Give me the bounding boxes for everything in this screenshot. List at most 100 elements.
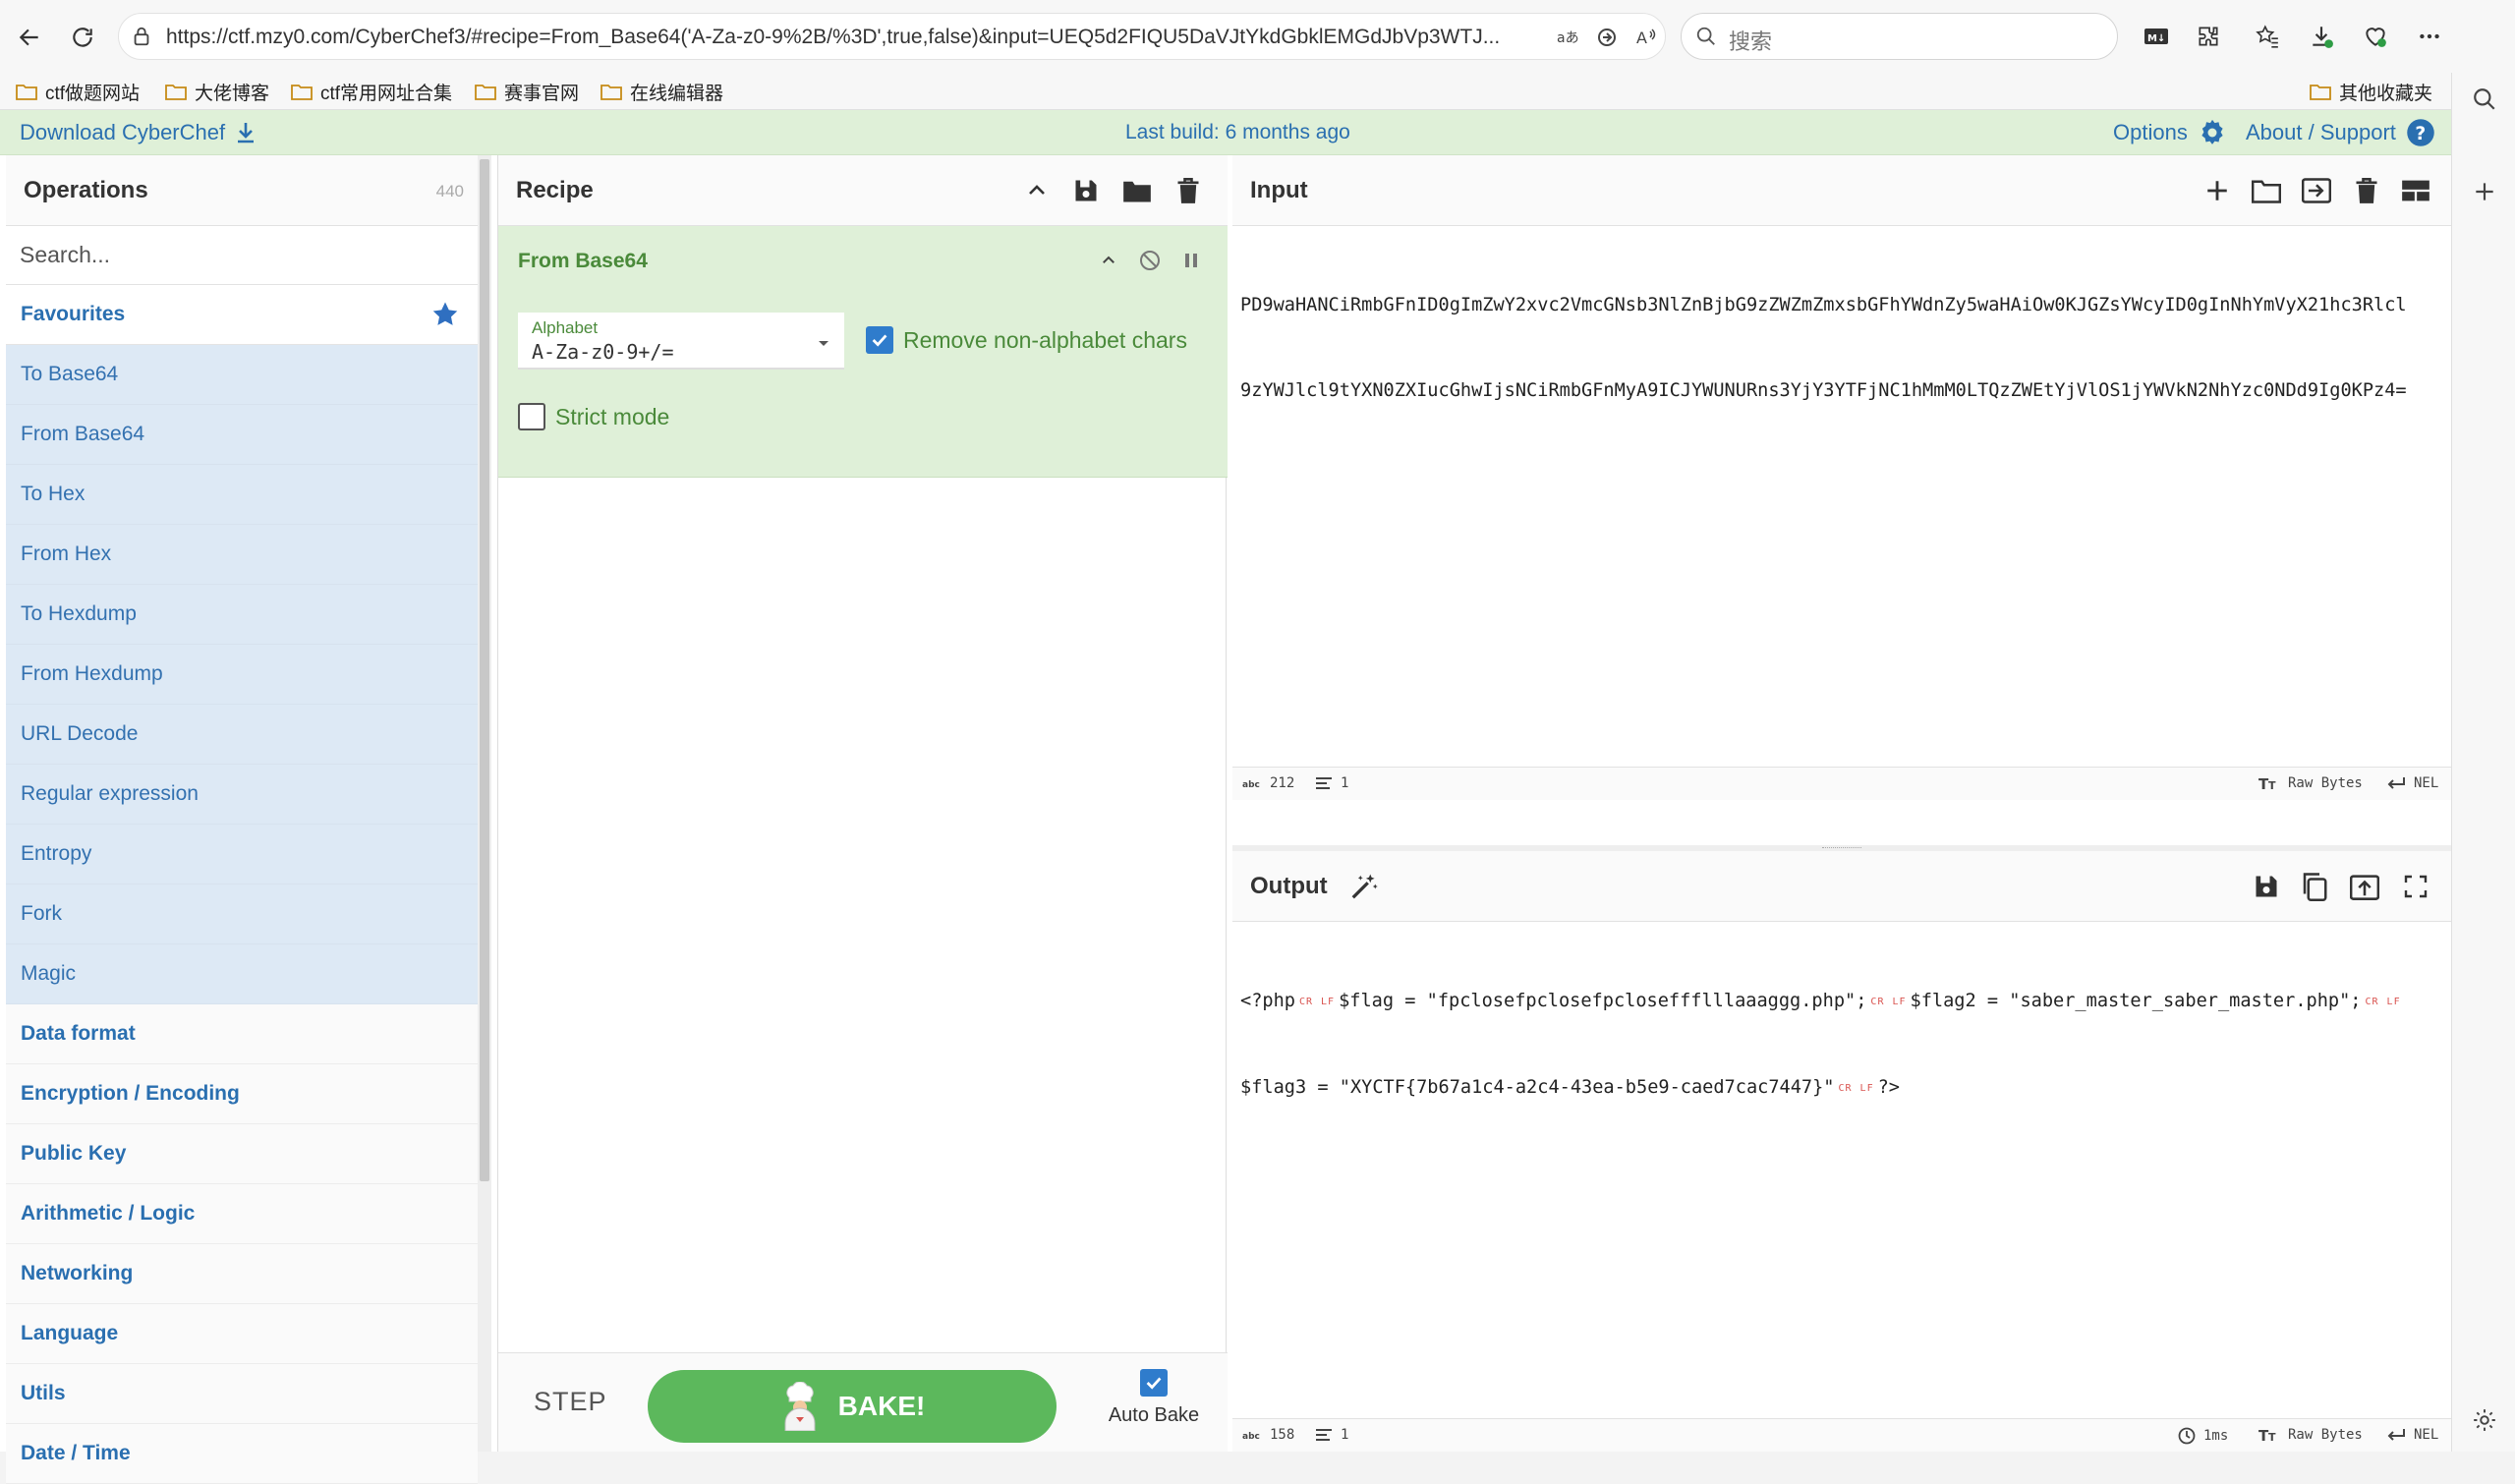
input-eol-button[interactable]: NEL [2386,775,2438,791]
read-aloud-icon[interactable]: A [1632,24,1660,51]
output-textarea[interactable]: <?php CR LF $flag = "fpclosefpclosefpclosef… [1240,930,2447,1160]
bake-button[interactable]: BAKE! [648,1370,1057,1443]
remove-non-alphabet-checkbox[interactable]: Remove non-alphabet chars [866,326,1187,354]
sidebar-search-icon[interactable] [2468,83,2501,116]
sync-icon[interactable] [1593,24,1621,51]
category-date-time[interactable]: Date / Time [6,1424,478,1484]
bookmark-online-editor[interactable]: 在线编辑器 [600,77,723,106]
category-data-format[interactable]: Data format [6,1004,478,1064]
output-eol-button[interactable]: NEL [2386,1427,2438,1443]
op-from-base64[interactable]: From Base64 [6,405,478,465]
lf-marker: LF [1892,997,1907,1007]
op-url-decode[interactable]: URL Decode [6,705,478,765]
folder-icon [600,85,622,100]
refresh-icon[interactable] [63,18,102,57]
gear-icon [2201,119,2223,144]
more-menu-icon[interactable] [2413,20,2446,53]
folder-icon [291,85,313,100]
translate-icon[interactable]: aあ [1554,24,1581,51]
op-regular-expression[interactable]: Regular expression [6,765,478,825]
lines-icon [1316,1429,1332,1441]
extensions-icon[interactable] [2192,20,2225,53]
open-folder-icon[interactable] [2249,173,2284,208]
category-favourites[interactable]: Favourites [6,285,478,345]
options-link[interactable]: Options [2113,118,2227,147]
layout-reset-icon[interactable] [2398,173,2433,208]
top-banner: Download CyberChef Last build: 6 months … [0,110,2451,155]
cyberchef-app: Download CyberChef Last build: 6 months … [0,110,2451,1484]
op-to-hex[interactable]: To Hex [6,465,478,525]
browser-toolbar: https://ctf.mzy0.com/CyberChef3/#recipe=… [0,0,2515,73]
operations-scroll-thumb[interactable] [480,159,489,1181]
save-recipe-icon[interactable] [1068,173,1104,208]
operations-header: Operations 440 [6,155,478,226]
fullscreen-icon[interactable] [2398,869,2433,904]
open-file-icon[interactable] [2299,173,2334,208]
op-to-base64[interactable]: To Base64 [6,345,478,405]
bookmark-events[interactable]: 赛事官网 [475,77,579,106]
load-recipe-folder-icon[interactable] [1119,173,1155,208]
category-utils[interactable]: Utils [6,1364,478,1424]
checkbox-checked-icon[interactable] [866,326,893,354]
collapse-chevron-icon[interactable] [1094,246,1123,275]
category-language[interactable]: Language [6,1304,478,1364]
sidebar-settings-gear-icon[interactable] [2468,1403,2501,1437]
checkbox-unchecked-icon[interactable] [518,403,545,430]
op-from-hex[interactable]: From Hex [6,525,478,585]
category-encryption-encoding[interactable]: Encryption / Encoding [6,1064,478,1124]
input-eol: NEL [2414,775,2439,791]
step-button[interactable]: STEP [534,1387,607,1417]
return-arrow-icon [2387,1429,2405,1441]
op-from-hexdump[interactable]: From Hexdump [6,645,478,705]
operations-search-input[interactable] [6,226,478,285]
output-lines-stat: 1 [1315,1427,1348,1443]
bookmark-ctf-sites[interactable]: ctf做题网站 [16,77,140,106]
disable-op-icon[interactable] [1135,246,1165,275]
output-encoding-button[interactable]: TT Raw Bytes [2258,1427,2363,1443]
browser-search-box[interactable]: 搜索 [1681,13,2118,60]
clear-input-trash-icon[interactable] [2349,173,2384,208]
address-bar[interactable]: https://ctf.mzy0.com/CyberChef3/#recipe=… [118,13,1704,60]
chevron-up-icon[interactable] [1019,173,1055,208]
output-segment: $flag2 = "saber_master_saber_master.php"… [1910,991,2362,1011]
save-output-icon[interactable] [2249,869,2284,904]
add-tab-plus-icon[interactable] [2200,173,2235,208]
download-icon [238,123,255,143]
checkbox-checked-icon[interactable] [1140,1369,1168,1397]
operations-scrollbar[interactable] [478,155,491,1452]
auto-bake-checkbox[interactable]: Auto Bake [1100,1369,1208,1427]
alphabet-select[interactable]: Alphabet A-Za-z0-9+/= [518,313,844,370]
about-support-link[interactable]: About / Support ? [2246,118,2435,147]
browser-health-icon[interactable] [2359,20,2392,53]
magic-wand-icon[interactable] [1346,869,1382,904]
favorites-list-icon[interactable] [2251,20,2284,53]
recipe-op-title: From Base64 [518,250,648,272]
copy-output-icon[interactable] [2297,869,2332,904]
url-text[interactable]: https://ctf.mzy0.com/CyberChef3/#recipe=… [166,26,1591,49]
clear-recipe-trash-icon[interactable] [1171,173,1206,208]
op-magic[interactable]: Magic [6,944,478,1004]
input-encoding-button[interactable]: TT Raw Bytes [2258,775,2363,791]
category-networking[interactable]: Networking [6,1244,478,1304]
op-to-hexdump[interactable]: To Hexdump [6,585,478,645]
input-line: 9zYWJlcl9tYXN0ZXIucGhwIjsNCiRmbGFnMyA9IC… [1240,380,2407,401]
op-fork[interactable]: Fork [6,885,478,944]
category-arithmetic-logic[interactable]: Arithmetic / Logic [6,1184,478,1244]
lock-icon[interactable] [131,26,152,47]
bookmark-blogs[interactable]: 大佬博客 [165,77,269,106]
sidebar-add-icon[interactable] [2468,175,2501,208]
downloads-icon[interactable] [2305,20,2338,53]
svg-text:A: A [1636,29,1647,47]
op-entropy[interactable]: Entropy [6,825,478,885]
download-cyberchef-link[interactable]: Download CyberChef [20,120,257,145]
pause-breakpoint-icon[interactable] [1176,246,1206,275]
back-arrow-icon[interactable] [10,18,49,57]
markdown-icon[interactable]: M↓ [2140,20,2173,53]
bookmark-other-favorites[interactable]: 其他收藏夹 [2310,77,2432,106]
strict-mode-checkbox[interactable]: Strict mode [518,403,669,430]
bookmark-ctf-links[interactable]: ctf常用网址合集 [291,77,452,106]
io-panel: Input PD9waHANCiRmbGFnID0gImZwY2xvc2VmcG… [1232,155,2451,1452]
category-public-key[interactable]: Public Key [6,1124,478,1184]
replace-input-icon[interactable] [2347,869,2382,904]
input-textarea[interactable]: PD9waHANCiRmbGFnID0gImZwY2xvc2VmcGNsb3Nl… [1240,234,2447,462]
